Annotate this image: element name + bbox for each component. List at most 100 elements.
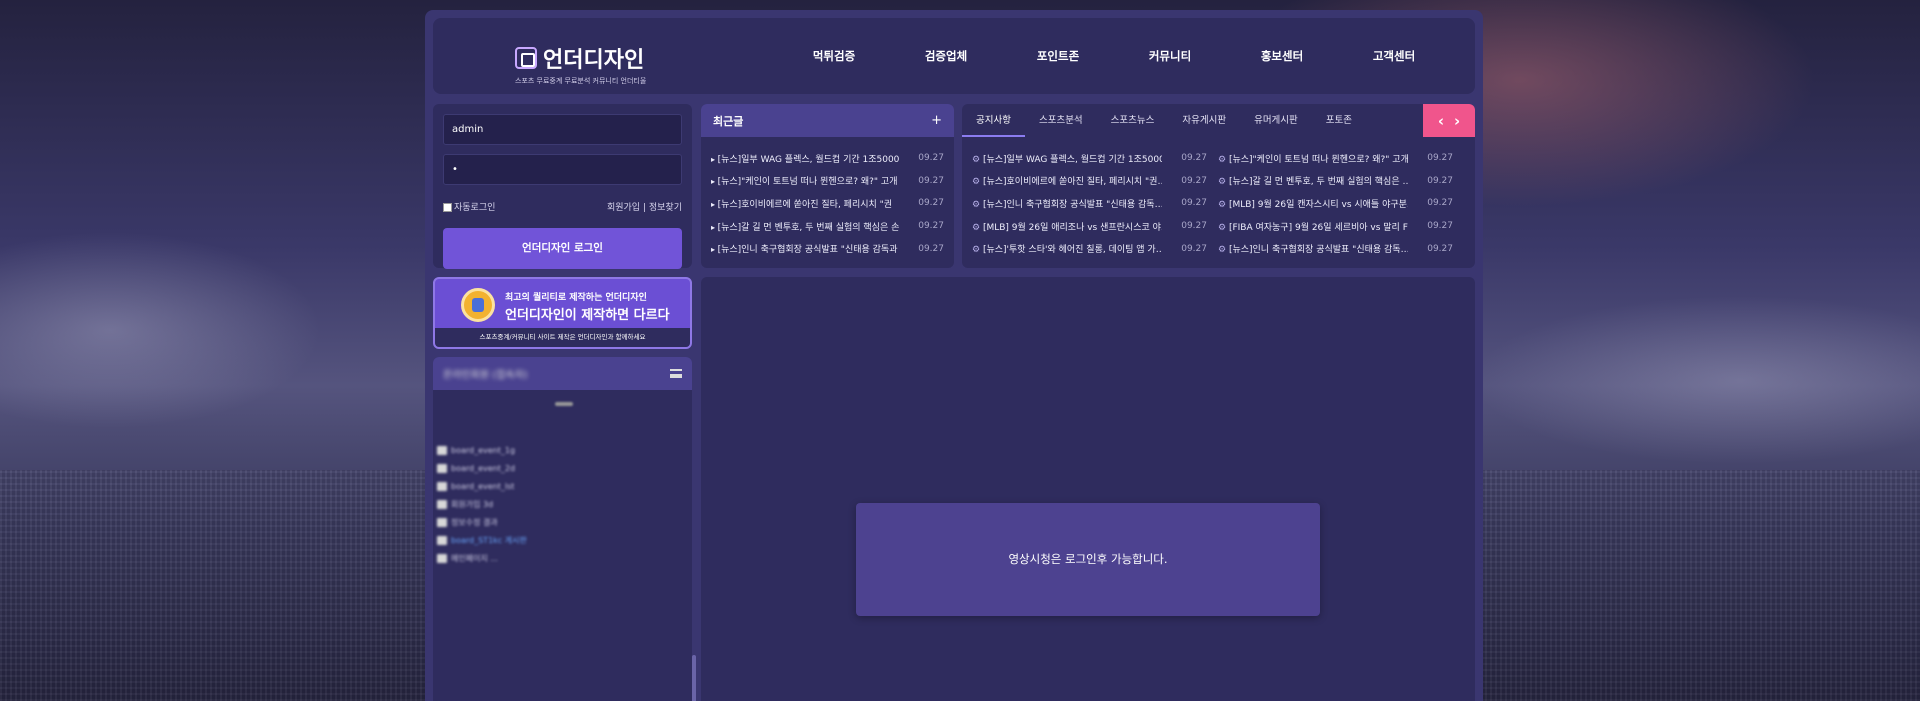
tab-photo-zone[interactable]: 포토존 (1312, 104, 1366, 137)
list-item[interactable]: [뉴스]갈 길 먼 벤투호, 두 번째 실험의 핵심은 손 09.27 (711, 215, 944, 238)
list-item[interactable]: board_event_2d (437, 459, 527, 477)
post-title[interactable]: [MLB] 9월 26일 애리조나 vs 샌프란시스코 야… (972, 220, 1162, 233)
post-title[interactable]: [뉴스]호이비에르에 쏟아진 질타, 페리시치 "권… (972, 174, 1162, 187)
login-box: admin • 자동로그인 회원가입 | 정보찾기 언더디자인 로그인 (433, 104, 692, 269)
promo-banner[interactable]: 최고의 퀄리티로 제작하는 언더디자인 언더디자인이 제작하면 다르다 스포츠중… (433, 277, 692, 349)
nav-item[interactable]: 먹튀검증 (778, 48, 890, 64)
list-item-label: board_event_1g (451, 445, 516, 455)
nav-item[interactable]: 검증업체 (890, 48, 1002, 64)
post-date: 09.27 (918, 153, 944, 164)
post-title[interactable]: [뉴스]호이비에르에 쏟아진 질타, 페리시치 "권 (711, 197, 899, 210)
tab-free-board[interactable]: 자유게시판 (1168, 104, 1240, 137)
list-item[interactable]: [뉴스]호이비에르에 쏟아진 질타, 페리시치 "권… 09.27 (972, 170, 1207, 193)
list-item[interactable]: [MLB] 9월 26일 애리조나 vs 샌프란시스코 야… 09.27 (972, 215, 1207, 238)
post-title[interactable]: [뉴스]'투핫 스타'와 헤어진 칠롱, 데이팅 앱 가… (972, 242, 1162, 255)
post-date: 09.27 (1427, 153, 1453, 164)
nav-item[interactable]: 포인트존 (1002, 48, 1114, 64)
tab-notice[interactable]: 공지사항 (962, 104, 1025, 137)
auto-login-label[interactable]: 자동로그인 (454, 203, 495, 213)
list-item[interactable]: [뉴스]"케인이 토트넘 떠나 뮌헨으로? 왜?" 고개 갸웃 09.27 (711, 170, 944, 193)
board-tabs-panel: 공지사항 스포츠분석 스포츠뉴스 자유게시판 유머게시판 포토존 ‹ › [뉴스… (962, 104, 1475, 268)
scrollbar-track[interactable] (692, 360, 696, 701)
banner-line1: 최고의 퀄리티로 제작하는 언더디자인 (505, 293, 647, 303)
menu-icon[interactable] (670, 369, 682, 378)
main-container: 언더디자인 스포츠 무료중계 무료분석 커뮤니티 언더티울 먹튀검증 검증업체 … (425, 10, 1483, 701)
password-field[interactable]: • (443, 154, 682, 185)
list-item[interactable]: [뉴스]호이비에르에 쏟아진 질타, 페리시치 "권 09.27 (711, 192, 944, 215)
board-list-right: [뉴스]"케인이 토트넘 떠나 뮌헨으로? 왜?" 고개 갸웃… 09.27 [뉴… (1218, 147, 1453, 260)
page-icon (437, 463, 447, 473)
list-item[interactable]: board_ST1kc 게시판 (437, 531, 527, 549)
login-required-message: 영상시청은 로그인후 가능합니다. (856, 503, 1320, 616)
list-item[interactable]: 메인페이지 ... (437, 549, 527, 567)
post-title[interactable]: [뉴스]갈 길 먼 벤투호, 두 번째 실험의 핵심은 손 (711, 220, 899, 233)
list-item[interactable]: [뉴스]인니 축구협회장 공식발표 "신태용 감독과 09.27 (711, 237, 944, 260)
more-plus-icon[interactable]: + (931, 113, 942, 128)
post-title[interactable]: [뉴스]"케인이 토트넘 떠나 뮌헨으로? 왜?" 고개 갸웃 (711, 174, 899, 187)
nav-item[interactable]: 커뮤니티 (1114, 48, 1226, 64)
list-item[interactable]: [MLB] 9월 26일 캔자스시티 vs 시애틀 야구분… 09.27 (1218, 192, 1453, 215)
chevron-left-icon[interactable]: ‹ (1438, 112, 1444, 130)
logo-subtitle: 스포츠 무료중계 무료분석 커뮤니티 언더티울 (515, 77, 647, 85)
tab-humor-board[interactable]: 유머게시판 (1240, 104, 1312, 137)
list-item[interactable]: [뉴스]일부 WAG 플렉스, 월드컵 기간 1조5000억 넘는 09.27 (711, 147, 944, 170)
username-field[interactable]: admin (443, 114, 682, 145)
banner-line2: 언더디자인이 제작하면 다르다 (505, 308, 670, 323)
post-date: 09.27 (1181, 243, 1207, 254)
post-title[interactable]: [FIBA 여자농구] 9월 26일 세르비아 vs 말리 FI… (1218, 220, 1408, 233)
post-date: 09.27 (1427, 243, 1453, 254)
post-title[interactable]: [MLB] 9월 26일 캔자스시티 vs 시애틀 야구분… (1218, 197, 1408, 210)
nav-item[interactable]: 홍보센터 (1226, 48, 1338, 64)
post-date: 09.27 (918, 198, 944, 209)
signup-link[interactable]: 회원가입 (607, 203, 640, 213)
tab-sports-news[interactable]: 스포츠뉴스 (1097, 104, 1169, 137)
post-date: 09.27 (1427, 221, 1453, 232)
post-title[interactable]: [뉴스]"케인이 토트넘 떠나 뮌헨으로? 왜?" 고개 갸웃… (1218, 152, 1408, 165)
list-item-label: 메인페이지 ... (451, 553, 498, 563)
online-users-panel: 온라인회원 (접속자) board_event_1g board_event_2… (433, 357, 692, 701)
site-logo[interactable]: 언더디자인 스포츠 무료중계 무료분석 커뮤니티 언더티울 (515, 42, 665, 86)
list-item[interactable]: board_event_1g (437, 441, 527, 459)
list-item[interactable]: [뉴스]갈 길 먼 벤투호, 두 번째 실험의 핵심은 … 09.27 (1218, 170, 1453, 193)
tab-pager: ‹ › (1423, 104, 1475, 137)
post-title[interactable]: [뉴스]일부 WAG 플렉스, 월드컵 기간 1조5000억 넘… (972, 152, 1162, 165)
page-icon (437, 517, 447, 527)
board-list-left: [뉴스]일부 WAG 플렉스, 월드컵 기간 1조5000억 넘… 09.27 [… (972, 147, 1207, 260)
video-panel: 영상시청은 로그인후 가능합니다. (701, 277, 1475, 701)
recent-posts-panel: 최근글 + [뉴스]일부 WAG 플렉스, 월드컵 기간 1조5000억 넘는 0… (701, 104, 954, 268)
main-nav: 먹튀검증 검증업체 포인트존 커뮤니티 홍보센터 고객센터 (778, 18, 1450, 94)
post-date: 09.27 (1181, 153, 1207, 164)
post-date: 09.27 (1181, 175, 1207, 186)
list-item[interactable]: [뉴스]"케인이 토트넘 떠나 뮌헨으로? 왜?" 고개 갸웃… 09.27 (1218, 147, 1453, 170)
post-title[interactable]: [뉴스]갈 길 먼 벤투호, 두 번째 실험의 핵심은 … (1218, 174, 1408, 187)
post-date: 09.27 (1427, 175, 1453, 186)
list-item[interactable]: [뉴스]인니 축구협회장 공식발표 "신태용 감독… 09.27 (1218, 237, 1453, 260)
checkbox-icon[interactable] (443, 203, 452, 212)
recent-posts-title: 최근글 (713, 114, 744, 128)
list-item[interactable]: [뉴스]일부 WAG 플렉스, 월드컵 기간 1조5000억 넘… 09.27 (972, 147, 1207, 170)
list-item[interactable]: [FIBA 여자농구] 9월 26일 세르비아 vs 말리 FI… 09.27 (1218, 215, 1453, 238)
post-date: 09.27 (918, 175, 944, 186)
auto-login-checkbox[interactable]: 자동로그인 (443, 200, 495, 213)
logo-cube-icon (515, 47, 537, 69)
find-info-link[interactable]: 정보찾기 (649, 203, 682, 213)
logo-title: 언더디자인 (543, 47, 645, 72)
list-item[interactable]: board_event_lst (437, 477, 527, 495)
list-item[interactable]: [뉴스]인니 축구협회장 공식발표 "신태용 감독… 09.27 (972, 192, 1207, 215)
post-title[interactable]: [뉴스]인니 축구협회장 공식발표 "신태용 감독과 (711, 242, 899, 255)
tab-sports-analysis[interactable]: 스포츠분석 (1025, 104, 1097, 137)
online-users-divider (555, 402, 573, 406)
nav-item[interactable]: 고객센터 (1338, 48, 1450, 64)
list-item[interactable]: [뉴스]'투핫 스타'와 헤어진 칠롱, 데이팅 앱 가… 09.27 (972, 237, 1207, 260)
chevron-right-icon[interactable]: › (1454, 112, 1460, 130)
post-date: 09.27 (1427, 198, 1453, 209)
login-button[interactable]: 언더디자인 로그인 (443, 228, 682, 269)
post-title[interactable]: [뉴스]일부 WAG 플렉스, 월드컵 기간 1조5000억 넘는 (711, 152, 899, 165)
list-item[interactable]: 회원가입 3d (437, 495, 527, 513)
list-item-label: 회원가입 3d (451, 499, 494, 509)
list-item[interactable]: 정보수정 결과 (437, 513, 527, 531)
post-title[interactable]: [뉴스]인니 축구협회장 공식발표 "신태용 감독… (1218, 242, 1408, 255)
scrollbar-thumb[interactable] (692, 655, 696, 701)
post-title[interactable]: [뉴스]인니 축구협회장 공식발표 "신태용 감독… (972, 197, 1162, 210)
page-icon (437, 535, 447, 545)
